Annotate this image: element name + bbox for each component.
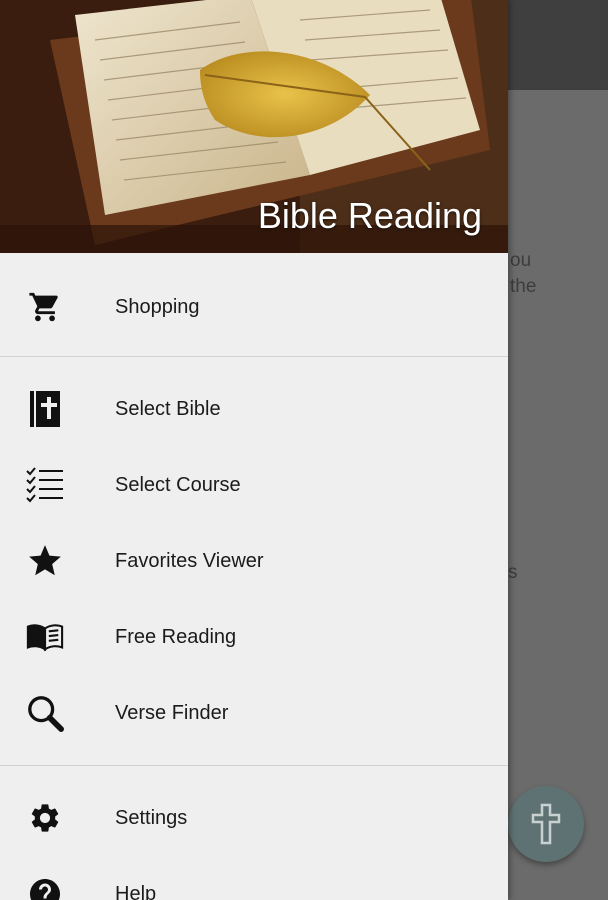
checklist-icon [26,466,64,504]
menu-item-verse-finder[interactable]: Verse Finder [0,675,508,751]
background-text-fragment: ou [510,250,532,271]
bible-icon [26,390,64,428]
drawer-header: Bible Reading [0,0,508,253]
open-book-icon [26,618,64,656]
gear-icon [26,799,64,837]
menu-item-settings[interactable]: Settings [0,780,508,856]
menu-label-verse-finder: Verse Finder [115,701,229,724]
menu-item-free-reading[interactable]: Free Reading [0,599,508,675]
menu-label-free-reading: Free Reading [115,625,237,648]
menu-item-select-course[interactable]: Select Course [0,447,508,523]
menu-label-favorites-viewer: Favorites Viewer [115,549,264,572]
background-text-fragment: the [510,276,537,297]
menu-label-select-course: Select Course [115,473,241,496]
menu-label-settings: Settings [115,806,188,829]
cart-icon [26,288,64,326]
cross-icon [531,803,561,845]
menu-item-select-bible[interactable]: Select Bible [0,371,508,447]
menu-label-help: Help [115,882,157,900]
menu-item-help[interactable]: Help [0,856,508,900]
menu-label-select-bible: Select Bible [115,397,221,420]
star-icon [26,542,64,580]
menu-item-favorites-viewer[interactable]: Favorites Viewer [0,523,508,599]
menu-label-shopping: Shopping [115,295,200,318]
menu-item-shopping[interactable]: Shopping [0,269,508,345]
fab-button[interactable] [508,786,584,862]
navigation-drawer: Bible Reading Shopping Select Bible Sele… [0,0,508,900]
help-icon [26,875,64,900]
background-text-fragment: s [508,562,518,583]
search-icon [26,694,64,732]
header-title: Bible Reading [257,195,482,236]
